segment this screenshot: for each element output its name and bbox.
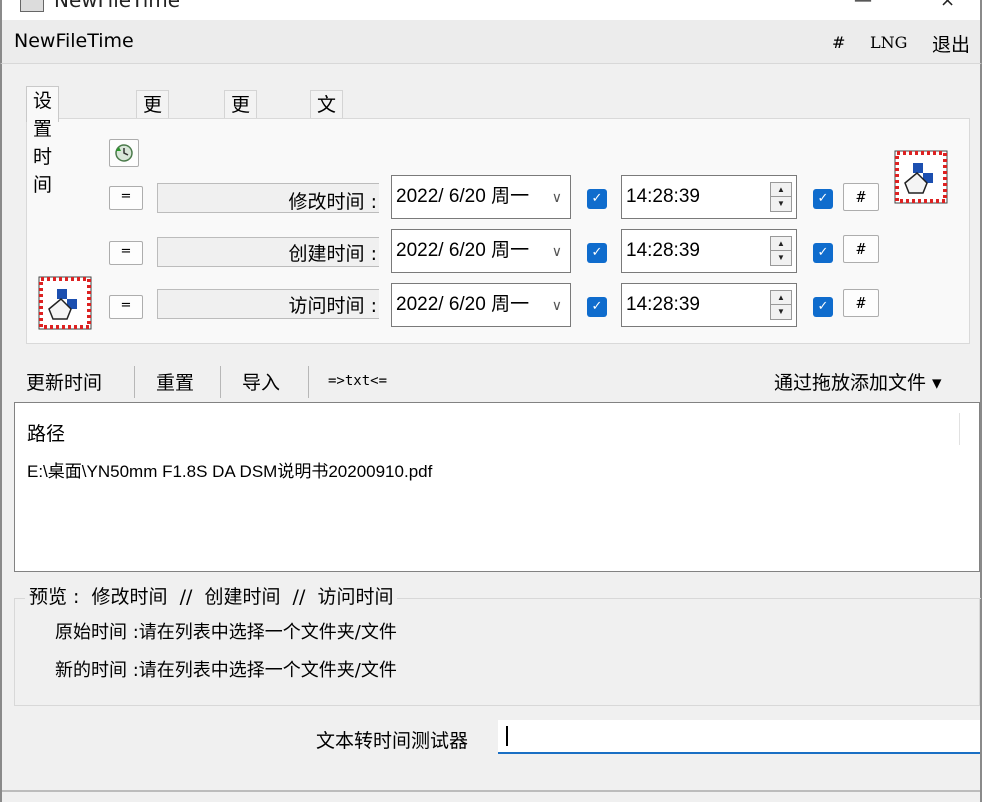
original-time-label: 原始时间 : — [55, 622, 139, 643]
window-titlebar: NewFileTime — × — [0, 0, 982, 20]
created-time-spinner[interactable]: ▲ ▼ — [770, 236, 792, 266]
tab-filename-to-time[interactable]: 文件名转时间 — [310, 90, 344, 256]
modified-date-checkbox[interactable]: ✓ — [587, 189, 607, 209]
minimize-button[interactable]: — — [854, 0, 872, 11]
modified-time-spinner[interactable]: ▲ ▼ — [770, 182, 792, 212]
grid-hand-icon — [894, 150, 948, 204]
accessed-time-value: 14:28:39 — [626, 294, 700, 315]
created-hash-button[interactable]: # — [843, 235, 879, 263]
accessed-date-checkbox[interactable]: ✓ — [587, 297, 607, 317]
accessed-date-value: 2022/ 6/20 周一 — [396, 294, 530, 315]
tab-panel-set-time: = 修改时间 : 2022/ 6/20 周一 ∨ ✓ 14:28:39 ▲ ▼ ✓… — [26, 118, 970, 344]
menu-hash[interactable]: # — [832, 33, 845, 52]
modified-date-picker[interactable]: 2022/ 6/20 周一 ∨ — [391, 175, 571, 219]
close-button[interactable]: × — [940, 0, 955, 11]
chevron-down-icon: ∨ — [551, 297, 562, 313]
accessed-date-picker[interactable]: 2022/ 6/20 周一 ∨ — [391, 283, 571, 327]
status-divider — [2, 790, 980, 792]
text-to-time-tester-label: 文本转时间测试器 — [316, 730, 469, 752]
preview-legend: 预览 : 修改时间 // 创建时间 // 访问时间 — [25, 582, 398, 609]
main-area: 设置时间 更早些 更晚些 文件名转时间 = 修改时间 : 2022/ 6/20 … — [0, 64, 982, 802]
app-icon — [20, 0, 44, 12]
chevron-down-icon: ∨ — [551, 189, 562, 205]
file-list[interactable]: 路径 E:\桌面\YN50mm F1.8S DA DSM说明书20200910.… — [14, 402, 980, 572]
text-to-time-tester-input[interactable] — [498, 720, 980, 754]
drop-target-icon-top[interactable] — [893, 149, 949, 205]
text-caret — [506, 726, 508, 746]
path-column-header[interactable]: 路径 — [27, 419, 65, 446]
modified-hash-button[interactable]: # — [843, 183, 879, 211]
grid-hand-icon — [38, 276, 92, 330]
created-time-checkbox[interactable]: ✓ — [813, 243, 833, 263]
copy-modified-button[interactable]: = — [109, 186, 143, 210]
menubar: NewFileTime # LNG 退出 — [0, 20, 982, 64]
modified-date-value: 2022/ 6/20 周一 — [396, 186, 530, 207]
toolbar-divider — [220, 366, 221, 398]
modified-time-input[interactable]: 14:28:39 ▲ ▼ — [621, 175, 797, 219]
accessed-time-label: 访问时间 : — [288, 295, 377, 317]
reset-button[interactable]: 重置 — [156, 368, 194, 395]
original-time-value: 请在列表中选择一个文件夹/文件 — [138, 622, 397, 643]
copy-accessed-button[interactable]: = — [109, 295, 143, 319]
drag-add-files-dropdown[interactable]: 通过拖放添加文件 ▾ — [774, 368, 942, 395]
column-divider[interactable] — [959, 413, 960, 445]
menu-exit[interactable]: 退出 — [932, 30, 970, 57]
toolbar-divider — [134, 366, 135, 398]
menu-language[interactable]: LNG — [870, 33, 907, 52]
drop-target-icon-left[interactable] — [37, 275, 93, 331]
refresh-clock-icon — [115, 144, 133, 162]
created-time-input[interactable]: 14:28:39 ▲ ▼ — [621, 229, 797, 273]
original-time-row: 原始时间 :请在列表中选择一个文件夹/文件 — [55, 618, 397, 644]
accessed-time-spinner[interactable]: ▲ ▼ — [770, 290, 792, 320]
accessed-time-input[interactable]: 14:28:39 ▲ ▼ — [621, 283, 797, 327]
toolbar-divider — [308, 366, 309, 398]
action-toolbar: 更新时间 重置 导入 =>txt<= 通过拖放添加文件 ▾ — [2, 360, 980, 400]
copy-created-button[interactable]: = — [109, 241, 143, 265]
tab-set-time[interactable]: 设置时间 — [26, 86, 60, 196]
modified-time-label: 修改时间 : — [288, 191, 377, 213]
list-item[interactable]: E:\桌面\YN50mm F1.8S DA DSM说明书20200910.pdf — [27, 457, 432, 482]
new-time-value: 请在列表中选择一个文件夹/文件 — [138, 660, 397, 681]
created-date-value: 2022/ 6/20 周一 — [396, 240, 530, 261]
preview-group: 预览 : 修改时间 // 创建时间 // 访问时间 原始时间 :请在列表中选择一… — [14, 582, 981, 706]
new-time-label: 新的时间 : — [55, 660, 139, 681]
created-time-label: 创建时间 : — [288, 243, 377, 265]
modified-time-value: 14:28:39 — [626, 186, 700, 207]
created-time-value: 14:28:39 — [626, 240, 700, 261]
import-button[interactable]: 导入 — [242, 368, 280, 395]
accessed-hash-button[interactable]: # — [843, 289, 879, 317]
app-brand: NewFileTime — [14, 30, 134, 52]
new-time-row: 新的时间 :请在列表中选择一个文件夹/文件 — [55, 656, 397, 682]
created-date-picker[interactable]: 2022/ 6/20 周一 ∨ — [391, 229, 571, 273]
modified-time-checkbox[interactable]: ✓ — [813, 189, 833, 209]
update-time-button[interactable]: 更新时间 — [26, 368, 102, 395]
window-title: NewFileTime — [54, 0, 181, 12]
created-date-checkbox[interactable]: ✓ — [587, 243, 607, 263]
tab-later[interactable]: 更晚些 — [224, 90, 258, 172]
txt-export-button[interactable]: =>txt<= — [328, 373, 387, 389]
accessed-time-checkbox[interactable]: ✓ — [813, 297, 833, 317]
refresh-time-button[interactable] — [109, 139, 139, 167]
chevron-down-icon: ∨ — [551, 243, 562, 259]
tab-earlier[interactable]: 更早些 — [136, 90, 170, 172]
